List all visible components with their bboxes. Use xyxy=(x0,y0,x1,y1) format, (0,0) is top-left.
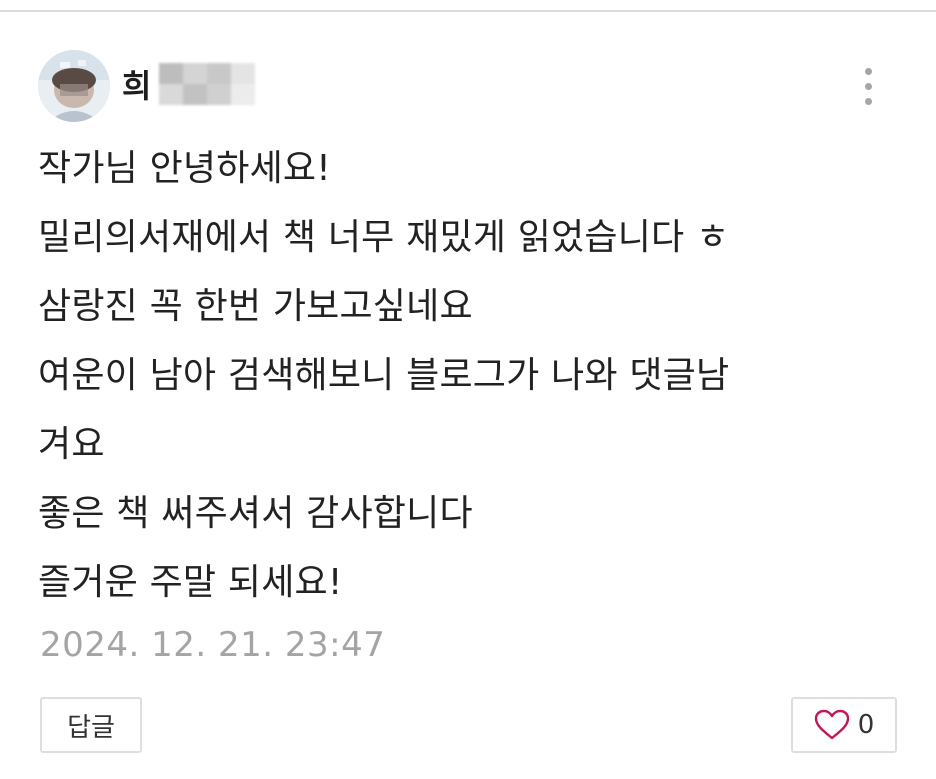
reply-button[interactable]: 답글 xyxy=(40,697,142,753)
avatar[interactable] xyxy=(38,50,110,122)
comment-line: 밀리의서재에서 책 너무 재밌게 읽었습니다 ㅎ xyxy=(38,217,730,258)
comment-line: 겨요 xyxy=(38,424,105,465)
like-count: 0 xyxy=(857,710,875,740)
like-button[interactable]: 0 xyxy=(791,697,897,753)
comment-line: 작가님 안녕하세요! xyxy=(38,148,331,189)
profile-photo-icon xyxy=(38,50,110,122)
comment-line: 여운이 남아 검색해보니 블로그가 나와 댓글남 xyxy=(38,355,730,396)
vertical-ellipsis-icon xyxy=(864,67,872,75)
heart-outline-icon xyxy=(814,709,849,740)
reply-label: 답글 xyxy=(67,712,115,743)
comment-timestamp: 2024. 12. 21. 23:47 xyxy=(40,625,386,665)
author-name: 희 xyxy=(122,67,152,105)
author-name-blurred xyxy=(159,63,256,105)
comment-line: 좋은 책 써주셔서 감사합니다 xyxy=(38,493,473,534)
more-options-button[interactable] xyxy=(852,62,884,110)
comment-text: 작가님 안녕하세요! 밀리의서재에서 책 너무 재밌게 읽었습니다 ㅎ 삼랑진 … xyxy=(38,134,898,617)
comment-line: 즐거운 주말 되세요! xyxy=(38,562,343,603)
comment-line: 삼랑진 꼭 한번 가보고싶네요 xyxy=(38,286,473,327)
comment-frame: 희 작가님 안녕하세요! 밀리의서재에서 책 너무 재밌게 읽었습니다 ㅎ 삼랑… xyxy=(0,0,936,779)
author[interactable]: 희 xyxy=(122,58,256,110)
